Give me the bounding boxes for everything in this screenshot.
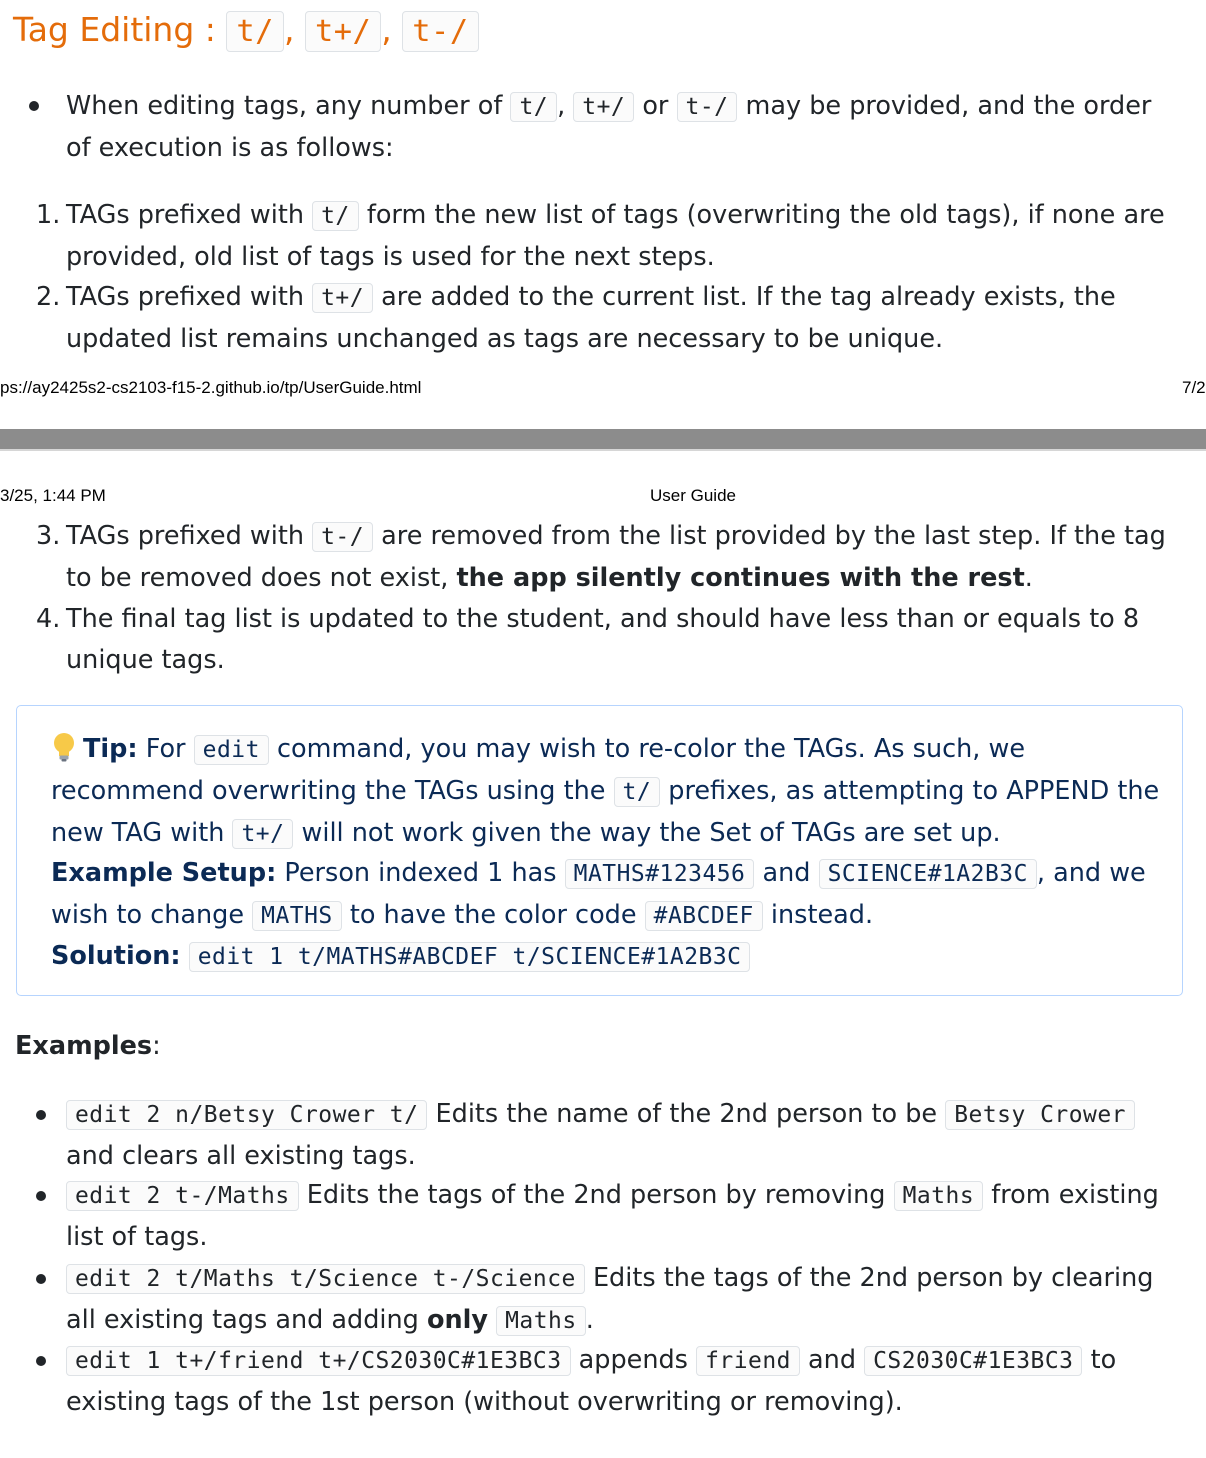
bullet-icon — [36, 1191, 46, 1201]
step-text: TAGs prefixed with t+/ are added to the … — [66, 282, 1116, 354]
step-text: The final tag list is updated to the stu… — [66, 604, 1140, 675]
heading-code-tminus: t-/ — [402, 11, 479, 52]
heading-code-tplus: t+/ — [304, 11, 382, 52]
tip-example-setup: Example Setup: Person indexed 1 has MATH… — [51, 858, 1146, 931]
example-item: edit 2 t-/Maths Edits the tags of the 2n… — [66, 1180, 1159, 1252]
tip-text: Tip: For edit command, you may wish to r… — [51, 733, 1160, 849]
bullet-icon — [29, 101, 39, 111]
step-number: 4. — [36, 604, 61, 634]
step-number: 1. — [36, 200, 61, 230]
tip-solution: Solution: edit 1 t/MATHS#ABCDEF t/SCIENC… — [51, 936, 1161, 978]
bullet-icon — [36, 1356, 46, 1366]
example-item: edit 2 n/Betsy Crower t/ Edits the name … — [66, 1094, 1176, 1177]
bullet-icon — [36, 1110, 46, 1120]
examples-heading: Examples: — [15, 1031, 161, 1061]
bullet-icon — [36, 1274, 46, 1284]
print-footer-page: 7/2 — [1182, 378, 1206, 397]
heading-code-t: t/ — [226, 11, 284, 52]
example-item: edit 2 t/Maths t/Science t-/Science Edit… — [66, 1263, 1154, 1336]
step-number: 2. — [36, 282, 61, 312]
example-item: edit 1 t+/friend t+/CS2030C#1E3BC3 appen… — [66, 1345, 1117, 1417]
step-text: TAGs prefixed with t/ form the new list … — [66, 200, 1165, 272]
step-number: 3. — [36, 521, 61, 551]
print-header-date: 3/25, 1:44 PM — [0, 486, 106, 505]
tip-box: Tip: For edit command, you may wish to r… — [16, 705, 1183, 996]
print-header-title: User Guide — [650, 486, 736, 505]
lightbulb-icon — [54, 733, 74, 762]
intro-text: When editing tags, any number of t/, t+/… — [66, 91, 1152, 163]
step-text: TAGs prefixed with t-/ are removed from … — [66, 521, 1166, 593]
print-footer-url: ps://ay2425s2-cs2103-f15-2.github.io/tp/… — [0, 378, 422, 397]
page-break-separator — [0, 429, 1206, 451]
section-heading: Tag Editing : t/, t+/, t-/ — [13, 10, 479, 52]
